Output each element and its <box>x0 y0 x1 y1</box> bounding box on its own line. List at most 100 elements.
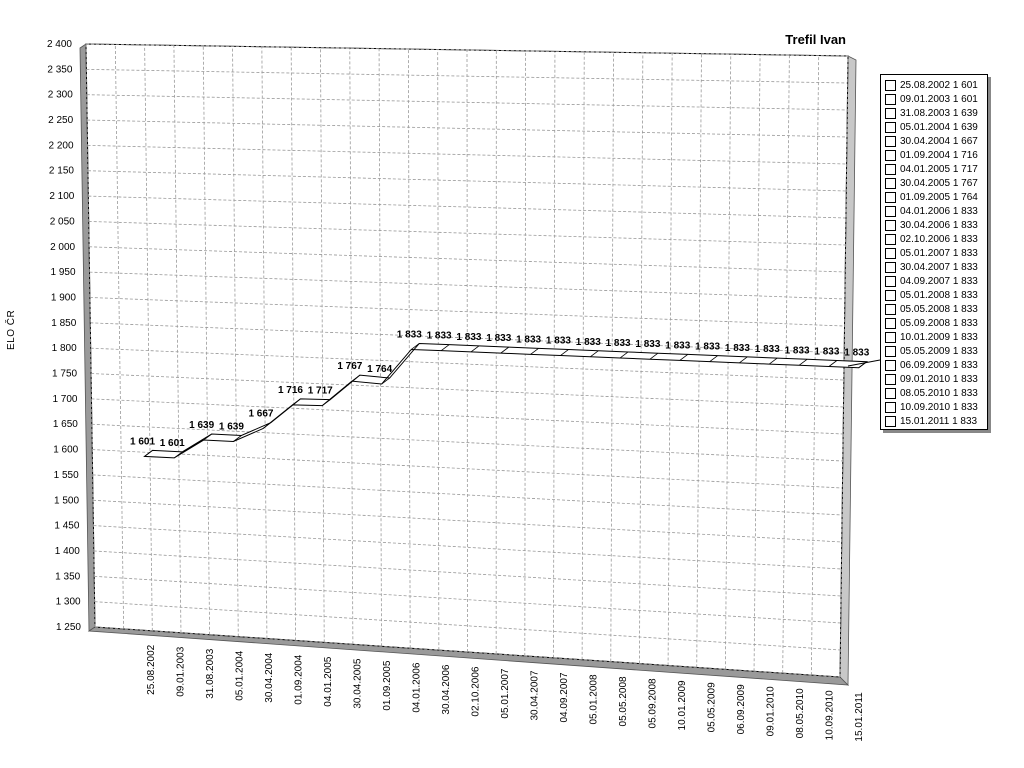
y-tick-label: 1 750 <box>52 369 77 380</box>
legend-swatch <box>885 359 896 371</box>
legend-label: 09.01.2010 1 833 <box>900 373 978 385</box>
legend-label: 10.01.2009 1 833 <box>900 331 978 343</box>
x-tick-label: 04.09.2007 <box>559 672 570 722</box>
x-tick-label: 30.04.2004 <box>264 652 275 702</box>
data-label: 1 717 <box>308 386 333 397</box>
x-tick-label: 05.05.2008 <box>618 676 629 726</box>
legend-label: 30.04.2005 1 767 <box>900 177 978 189</box>
y-tick-label: 1 350 <box>55 571 80 582</box>
legend-entry: 04.01.2006 1 833 <box>885 204 987 218</box>
x-tick-label: 10.01.2009 <box>677 680 688 730</box>
x-tick-label: 01.09.2005 <box>382 660 393 710</box>
legend-swatch <box>885 149 896 161</box>
legend-swatch <box>885 275 896 287</box>
legend-swatch <box>885 331 896 343</box>
x-tick-label: 08.05.2010 <box>795 688 806 738</box>
legend-entry: 30.04.2004 1 667 <box>885 134 987 148</box>
y-tick-labels: 2 400 2 350 2 300 2 250 2 200 2 150 2 100 2 050… <box>47 39 81 633</box>
legend-label: 08.05.2010 1 833 <box>900 387 978 399</box>
x-tick-label: 09.01.2003 <box>176 646 187 696</box>
legend-label: 04.09.2007 1 833 <box>900 275 978 287</box>
data-label: 1 833 <box>635 339 660 350</box>
legend-swatch <box>885 205 896 217</box>
data-label: 1 667 <box>248 409 273 420</box>
legend-entry: 08.05.2010 1 833 <box>885 386 987 400</box>
y-tick-label: 2 050 <box>50 216 75 227</box>
legend-entry: 15.01.2011 1 833 <box>885 414 987 428</box>
data-label: 1 833 <box>814 347 839 358</box>
y-tick-label: 1 500 <box>54 495 79 506</box>
data-label: 1 767 <box>337 361 362 372</box>
x-tick-label: 04.01.2005 <box>323 656 334 706</box>
y-tick-label: 1 450 <box>54 521 79 532</box>
legend-swatch <box>885 177 896 189</box>
x-tick-label: 15.01.2011 <box>854 692 865 742</box>
y-tick-label: 1 400 <box>55 546 80 557</box>
y-tick-label: 1 550 <box>54 470 79 481</box>
y-tick-label: 1 650 <box>53 419 78 430</box>
legend-entry: 05.05.2008 1 833 <box>885 302 987 316</box>
legend-label: 25.08.2002 1 601 <box>900 79 978 91</box>
legend-label: 10.09.2010 1 833 <box>900 401 978 413</box>
legend-entry: 05.01.2007 1 833 <box>885 246 987 260</box>
legend-swatch <box>885 317 896 329</box>
x-tick-label: 31.08.2003 <box>205 648 216 698</box>
legend-label: 04.01.2006 1 833 <box>900 205 978 217</box>
legend-swatch <box>885 373 896 385</box>
data-label: 1 833 <box>516 334 541 345</box>
legend-entry: 04.09.2007 1 833 <box>885 274 987 288</box>
legend-swatch <box>885 415 896 427</box>
legend-entry: 30.04.2006 1 833 <box>885 218 987 232</box>
data-label: 1 639 <box>219 422 244 433</box>
data-label: 1 833 <box>606 338 631 349</box>
data-label: 1 833 <box>725 343 750 354</box>
y-tick-label: 2 150 <box>49 166 74 177</box>
legend-label: 04.01.2005 1 717 <box>900 163 978 175</box>
legend-swatch <box>885 289 896 301</box>
y-tick-label: 2 350 <box>47 64 72 75</box>
legend-swatch <box>885 219 896 231</box>
data-label: 1 833 <box>456 332 481 343</box>
x-tick-label: 02.10.2006 <box>470 666 481 716</box>
chart-title: Trefil Ivan <box>785 32 846 47</box>
legend-entry: 06.09.2009 1 833 <box>885 358 987 372</box>
legend-label: 01.09.2004 1 716 <box>900 149 978 161</box>
y-tick-label: 1 300 <box>56 597 81 608</box>
legend-entry: 05.05.2009 1 833 <box>885 344 987 358</box>
legend-label: 06.09.2009 1 833 <box>900 359 978 371</box>
x-tick-label: 30.04.2007 <box>529 670 540 720</box>
x-tick-label: 09.01.2010 <box>765 686 776 736</box>
legend-entry: 09.01.2003 1 601 <box>885 92 987 106</box>
y-tick-label: 1 800 <box>52 343 77 354</box>
data-label: 1 833 <box>576 337 601 348</box>
legend-entry: 10.09.2010 1 833 <box>885 400 987 414</box>
legend-swatch <box>885 107 896 119</box>
legend-label: 02.10.2006 1 833 <box>900 233 978 245</box>
y-tick-label: 2 000 <box>50 242 75 253</box>
legend-entry: 05.01.2004 1 639 <box>885 120 987 134</box>
y-tick-label: 1 250 <box>56 622 81 633</box>
data-label: 1 833 <box>695 342 720 353</box>
data-label: 1 833 <box>546 336 571 347</box>
legend-entry: 30.04.2005 1 767 <box>885 176 987 190</box>
data-label: 1 833 <box>397 329 422 340</box>
x-tick-label: 04.01.2006 <box>411 662 422 712</box>
legend-label: 05.01.2007 1 833 <box>900 247 978 259</box>
x-tick-label: 05.05.2009 <box>706 682 717 732</box>
legend-label: 30.04.2007 1 833 <box>900 261 978 273</box>
legend-entry: 30.04.2007 1 833 <box>885 260 987 274</box>
legend-swatch <box>885 79 896 91</box>
y-tick-label: 2 400 <box>47 39 72 50</box>
legend-entry: 31.08.2003 1 639 <box>885 106 987 120</box>
legend-swatch <box>885 233 896 245</box>
legend-swatch <box>885 191 896 203</box>
legend-entry: 04.01.2005 1 717 <box>885 162 987 176</box>
legend-swatch <box>885 303 896 315</box>
legend-swatch <box>885 247 896 259</box>
y-tick-label: 1 850 <box>51 318 76 329</box>
x-tick-label: 05.09.2008 <box>647 678 658 728</box>
legend-entry: 05.01.2008 1 833 <box>885 288 987 302</box>
legend-entry: 10.01.2009 1 833 <box>885 330 987 344</box>
legend-swatch <box>885 93 896 105</box>
legend: 25.08.2002 1 601 09.01.2003 1 601 31.08.20… <box>880 74 988 430</box>
